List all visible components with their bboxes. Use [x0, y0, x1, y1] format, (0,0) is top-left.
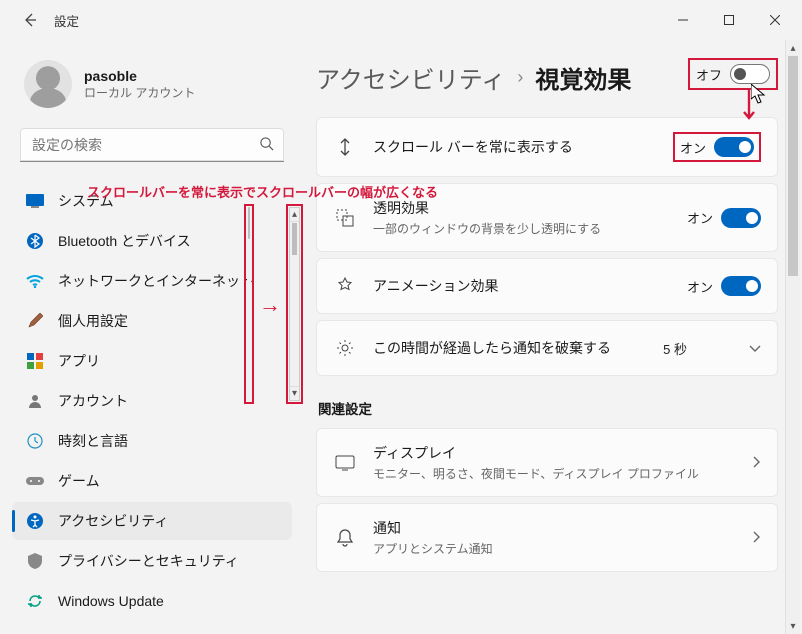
profile-subtitle: ローカル アカウント: [84, 84, 195, 101]
sidebar: pasoble ローカル アカウント スクロールバーを常に表示でスクロールバーの…: [0, 40, 300, 634]
scrollbar-thumb[interactable]: [788, 56, 798, 276]
toggle-state-label: オン: [687, 208, 713, 227]
toggle-off-demo[interactable]: [730, 64, 770, 84]
toggle-state-label: オン: [687, 277, 713, 296]
animation-toggle[interactable]: [721, 276, 761, 296]
bluetooth-icon: [26, 232, 44, 250]
sidebar-item-windows-update[interactable]: Windows Update: [12, 582, 292, 620]
brightness-icon: [333, 339, 357, 357]
apps-icon: [26, 352, 44, 370]
minimize-button[interactable]: [660, 4, 706, 36]
nav-label: ゲーム: [58, 471, 100, 491]
chevron-right-icon: [753, 455, 761, 471]
accessibility-icon: [26, 512, 44, 530]
update-icon: [26, 592, 44, 610]
nav-label: プライバシーとセキュリティ: [58, 551, 239, 571]
clock-globe-icon: [26, 432, 44, 450]
wifi-icon: [26, 272, 44, 290]
paintbrush-icon: [26, 312, 44, 330]
titlebar: 設定: [0, 0, 802, 40]
maximize-button[interactable]: [706, 4, 752, 36]
toggle-state-label: オン: [680, 138, 706, 157]
nav-label: Bluetooth とデバイス: [58, 231, 191, 251]
related-subtitle: アプリとシステム通知: [373, 540, 729, 557]
annotation-text: スクロールバーを常に表示でスクロールバーの幅が広くなる: [87, 182, 438, 201]
nav-label: アカウント: [58, 391, 128, 411]
highlighted-toggle-area: オン: [673, 132, 761, 162]
search-field[interactable]: [20, 128, 284, 162]
setting-subtitle: 一部のウィンドウの背景を少し透明にする: [373, 220, 671, 237]
sidebar-item-time-language[interactable]: 時刻と言語: [12, 422, 292, 460]
timeout-value[interactable]: 5 秒: [663, 339, 687, 358]
arrow-left-icon: [22, 12, 38, 28]
profile-name: pasoble: [84, 68, 195, 84]
nav-label: ネットワークとインターネット: [58, 271, 254, 291]
scrollbars-toggle[interactable]: [714, 137, 754, 157]
close-button[interactable]: [752, 4, 798, 36]
setting-notification-timeout[interactable]: この時間が経過したら通知を破棄する 5 秒: [316, 320, 778, 376]
gamepad-icon: [26, 472, 44, 490]
scrollbar-track[interactable]: [786, 56, 800, 618]
setting-title: アニメーション効果: [373, 276, 671, 296]
nav-list: スクロールバーを常に表示でスクロールバーの幅が広くなる ▴ ▾ → システム B…: [12, 182, 292, 620]
demo-arrow-icon: →: [259, 292, 281, 318]
chevron-down-icon[interactable]: [749, 340, 761, 356]
thin-scrollbar-demo: [244, 204, 254, 404]
avatar: [24, 60, 72, 108]
setting-animation[interactable]: アニメーション効果 オン: [316, 258, 778, 314]
nav-label: Windows Update: [58, 593, 164, 609]
maximize-icon: [724, 15, 734, 25]
setting-scrollbars[interactable]: スクロール バーを常に表示する オン: [316, 117, 778, 177]
person-icon: [26, 392, 44, 410]
scrollbar-icon: [333, 137, 357, 157]
related-notifications[interactable]: 通知 アプリとシステム通知: [316, 503, 778, 572]
chevron-right-icon: [753, 530, 761, 546]
nav-label: 時刻と言語: [58, 431, 128, 451]
sidebar-item-accessibility[interactable]: アクセシビリティ: [12, 502, 292, 540]
shield-icon: [26, 552, 44, 570]
search-input[interactable]: [20, 128, 284, 162]
related-title: ディスプレイ: [373, 443, 729, 463]
main-scrollbar[interactable]: ▴ ▾: [785, 40, 800, 634]
related-display[interactable]: ディスプレイ モニター、明るさ、夜間モード、ディスプレイ プロファイル: [316, 428, 778, 497]
breadcrumb-parent[interactable]: アクセシビリティ: [316, 60, 505, 95]
chevron-right-icon: ›: [517, 67, 523, 88]
nav-label: アクセシビリティ: [58, 511, 168, 531]
transparency-toggle[interactable]: [721, 208, 761, 228]
sidebar-item-privacy[interactable]: プライバシーとセキュリティ: [12, 542, 292, 580]
page-title: 視覚効果: [535, 60, 631, 95]
transparency-icon: [333, 209, 357, 227]
setting-title: スクロール バーを常に表示する: [373, 137, 657, 157]
system-icon: [26, 192, 44, 210]
nav-label: アプリ: [58, 351, 100, 371]
related-subtitle: モニター、明るさ、夜間モード、ディスプレイ プロファイル: [373, 465, 729, 482]
bell-icon: [333, 529, 357, 547]
off-toggle-overlay: オフ: [688, 58, 778, 90]
back-button[interactable]: [12, 2, 48, 38]
window-title: 設定: [54, 11, 79, 30]
minimize-icon: [678, 15, 688, 25]
animation-icon: [333, 277, 357, 295]
main-panel: アクセシビリティ › 視覚効果 オフ スクロール バーを常に表示する オン: [300, 40, 802, 634]
related-title: 通知: [373, 518, 729, 538]
search-icon: [259, 136, 274, 154]
setting-title: 透明効果: [373, 198, 671, 218]
window-controls: [660, 4, 798, 36]
related-settings-heading: 関連設定: [318, 398, 776, 418]
scrollbar-up-arrow[interactable]: ▴: [786, 40, 800, 56]
red-arrow-down-icon: [742, 90, 756, 124]
profile-block[interactable]: pasoble ローカル アカウント: [12, 52, 292, 124]
scrollbar-down-arrow[interactable]: ▾: [786, 618, 800, 634]
close-icon: [770, 15, 780, 25]
setting-title: この時間が経過したら通知を破棄する: [373, 338, 647, 358]
sidebar-item-gaming[interactable]: ゲーム: [12, 462, 292, 500]
display-icon: [333, 455, 357, 471]
off-label: オフ: [696, 65, 722, 84]
nav-label: 個人用設定: [58, 311, 128, 331]
